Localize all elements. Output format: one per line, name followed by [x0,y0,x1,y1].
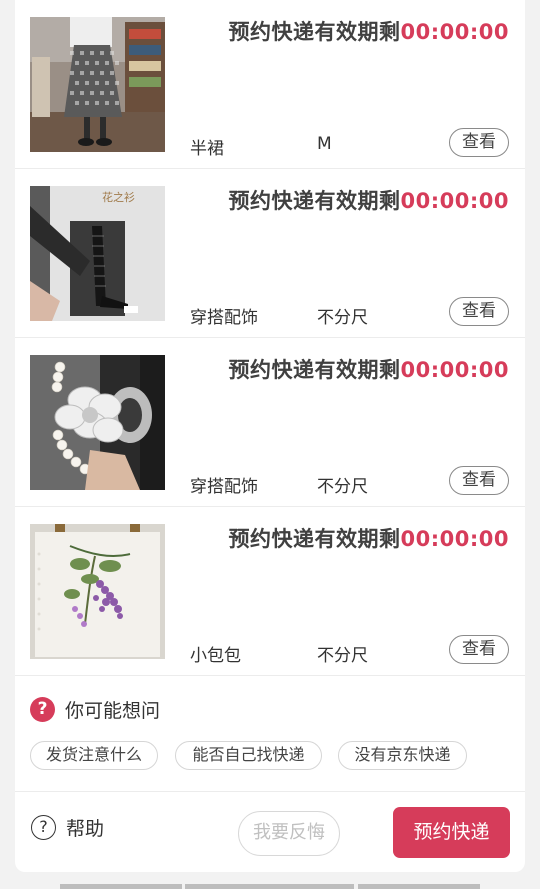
view-button[interactable]: 查看 [449,297,509,326]
item-category: 小包包 [190,646,241,666]
countdown-timer: 00:00:00 [400,189,509,213]
item-size: 不分尺 [317,477,368,497]
express-validity-notice: 预约快递有效期剩00:00:00 [229,185,509,215]
bottom-action-bar: ? 帮助 我要反悔 预约快递 [15,792,525,872]
order-card: 预约快递有效期剩00:00:00 半裙 M 查看 花之衫 预约快递有效期剩00:… [15,0,525,872]
tab-strip-segment [60,884,182,889]
help-link[interactable]: ? 帮助 [31,814,104,841]
view-button[interactable]: 查看 [449,635,509,664]
view-button[interactable]: 查看 [449,128,509,157]
faq-title: 你可能想问 [65,699,161,722]
express-validity-notice: 预约快递有效期剩00:00:00 [229,523,509,553]
stockings-photo[interactable]: 花之衫 [30,186,165,321]
item-size: M [317,134,332,154]
help-icon: ? [31,815,56,840]
tab-strip-segment [358,884,480,889]
notice-text: 预约快递有效期剩 [228,527,401,551]
order-item: 花之衫 预约快递有效期剩00:00:00 穿搭配饰 不分尺 查看 [15,169,525,338]
skirt-photo[interactable] [30,17,165,152]
item-size: 不分尺 [317,646,368,666]
item-category: 穿搭配饰 [190,308,258,328]
book-express-button[interactable]: 预约快递 [393,807,510,858]
order-item: 预约快递有效期剩00:00:00 半裙 M 查看 [15,0,525,169]
hair-clip-photo[interactable] [30,355,165,490]
item-size: 不分尺 [317,308,368,328]
tote-bag-photo[interactable] [30,524,165,659]
order-item: 预约快递有效期剩00:00:00 小包包 不分尺 查看 [15,507,525,676]
faq-header: ? 你可能想问 [30,695,160,723]
question-icon: ? [30,696,55,722]
order-item: 预约快递有效期剩00:00:00 穿搭配饰 不分尺 查看 [15,338,525,507]
express-validity-notice: 预约快递有效期剩00:00:00 [229,16,509,46]
faq-chip-own-courier[interactable]: 能否自己找快递 [175,741,322,770]
countdown-timer: 00:00:00 [400,358,509,382]
faq-chip-shipping-notes[interactable]: 发货注意什么 [30,741,158,770]
svg-text:花之衫: 花之衫 [102,190,135,204]
item-category: 半裙 [190,139,224,159]
regret-button[interactable]: 我要反悔 [238,811,340,856]
faq-chip-no-jd-express[interactable]: 没有京东快递 [338,741,467,770]
countdown-timer: 00:00:00 [400,527,509,551]
tab-strip-segment [185,884,354,889]
countdown-timer: 00:00:00 [400,20,509,44]
item-category: 穿搭配饰 [190,477,258,497]
notice-text: 预约快递有效期剩 [228,189,401,213]
notice-text: 预约快递有效期剩 [228,358,401,382]
notice-text: 预约快递有效期剩 [228,20,401,44]
view-button[interactable]: 查看 [449,466,509,495]
express-validity-notice: 预约快递有效期剩00:00:00 [229,354,509,384]
faq-section: ? 你可能想问 发货注意什么 能否自己找快递 没有京东快递 [15,673,525,792]
help-label: 帮助 [66,818,105,840]
